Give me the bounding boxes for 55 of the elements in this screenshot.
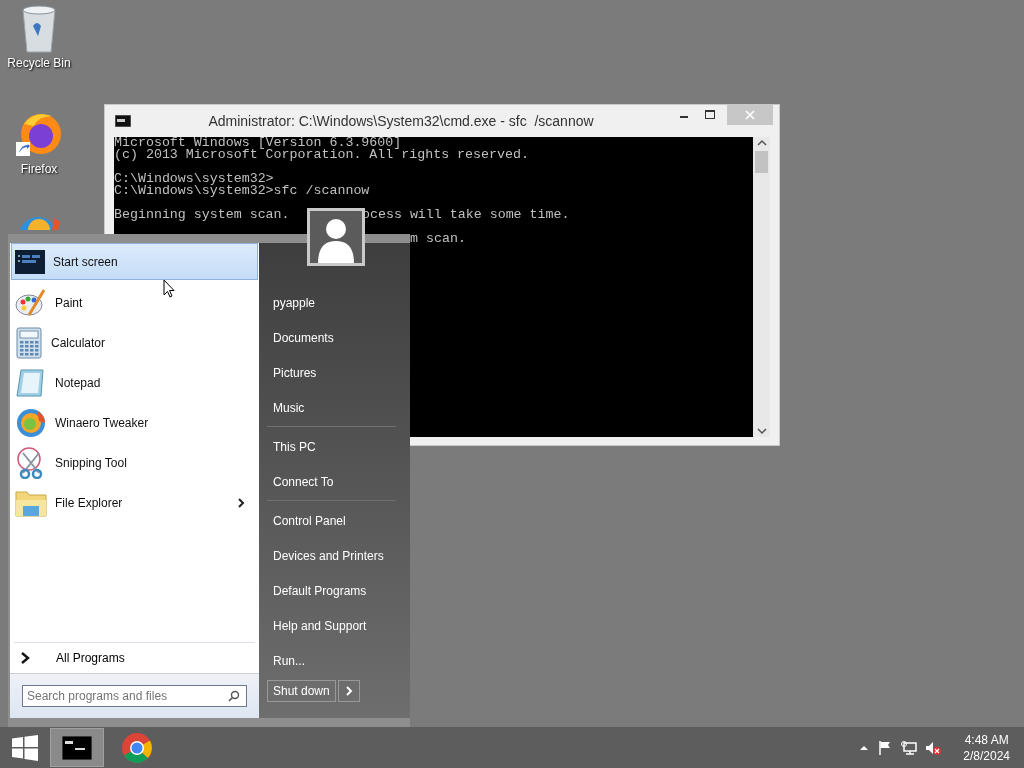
program-item[interactable]: Start screen [11,243,258,280]
clock-date[interactable]: 2/8/2024 [963,747,1010,764]
chevron-icon [20,652,30,664]
program-item[interactable]: Notepad [11,363,258,403]
menu-link[interactable]: Run... [267,643,396,678]
desktop-icon-label[interactable]: Recycle Bin [7,56,71,70]
console-line: Beginning system scan. [114,209,290,221]
scrollbar-thumb[interactable] [755,151,768,173]
chevron-icon [344,686,353,696]
console-line: (c) 2013 Microsoft Corporation. All rights reserved. [114,149,529,161]
shut-down-options-button[interactable] [337,680,360,702]
program-item[interactable]: Winaero Tweaker [11,403,258,443]
swirl-icon [15,407,47,439]
console-line: Microsoft Windows [Version 6.3.9600] [114,137,402,149]
recycle-bin-icon[interactable] [19,4,59,54]
clock-time[interactable]: 4:48 AM [964,731,1009,748]
search-icon [228,690,240,702]
shut-down-button[interactable]: Shut down [267,680,336,702]
program-item[interactable]: Paint [11,283,258,323]
taskbar-app-button[interactable] [50,728,104,767]
search-field[interactable]: Search programs and files [22,685,247,707]
console-icon [115,115,131,127]
scrollbar[interactable] [753,137,770,437]
program-item[interactable]: Snipping Tool [11,443,258,483]
menu-link[interactable]: This PC [267,429,396,464]
palette-icon [15,287,47,319]
desktop-icon-label[interactable]: Firefox [20,162,58,176]
user-avatar-icon[interactable] [307,208,365,266]
window-title: Administrator: C:\Windows\System32\cmd.exe - sfc /scannow [207,113,595,129]
menu-link[interactable]: Control Panel [267,503,396,538]
menu-link[interactable]: Pictures [267,355,396,390]
menu-link[interactable]: Default Programs [267,573,396,608]
show-hidden-icons-button[interactable] [859,743,870,752]
windows-logo-icon [12,734,38,761]
mouse-pointer-icon [163,279,175,298]
maximize-icon [705,110,715,120]
network-icon[interactable] [901,739,918,756]
close-icon [745,110,755,120]
notepad-icon [15,367,47,399]
folder-icon [15,488,47,518]
console-line: C:\Windows\system32> [114,173,274,185]
console-icon [62,735,92,760]
chrome-icon [121,731,153,764]
calculator-icon [15,327,43,359]
program-item[interactable]: Calculator [11,323,258,363]
start-screen-icon [15,249,45,274]
program-item[interactable]: File Explorer [11,483,258,523]
menu-link[interactable]: Connect To [267,464,396,499]
menu-link[interactable]: Help and Support [267,608,396,643]
menu-link[interactable]: Documents [267,320,396,355]
menu-link[interactable]: pyapple [267,285,396,320]
console-line: m scan. [410,233,466,245]
menu-link[interactable]: Music [267,390,396,425]
console-line: C:\Windows\system32>sfc /scannow [114,185,370,197]
menu-link[interactable]: Devices and Printers [267,538,396,573]
